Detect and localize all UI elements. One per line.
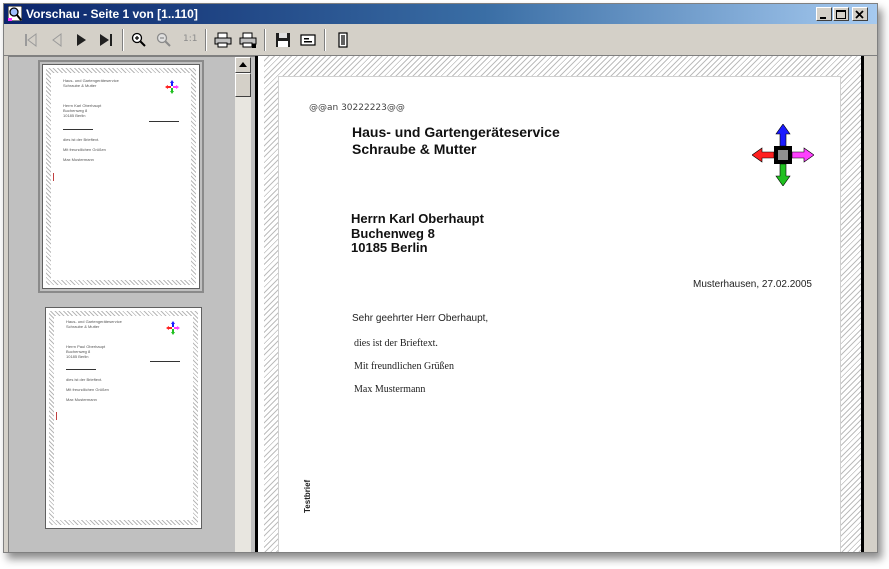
print-button[interactable] [211,29,233,51]
close-button[interactable] [852,7,868,21]
page-thumbnail-1[interactable]: Haus- und Gartengeräteservice Schraube & … [38,60,204,293]
thumbnail-logo-icon [165,80,179,94]
previous-page-icon [52,33,62,47]
thumbnail-marker [53,173,54,181]
recipient-name: Herrn Karl Oberhaupt [351,211,484,226]
thumbnail-recipient: Herrn Karl Oberhaupt Buchenweg 8 10185 Ber… [63,103,102,118]
thumbnail-pane[interactable]: Haus- und Gartengeräteservice Schraube & … [8,56,256,552]
exit-door-icon [338,32,348,48]
scroll-up-button[interactable] [235,57,251,73]
thumbnail-date [149,121,179,122]
thumbnail-body: dies ist der Brieftext. Mit freundlichen … [63,137,106,162]
barcode-mark: @@an 30222223@@ [309,103,405,113]
maximize-icon [836,10,846,19]
zoom-out-icon [156,32,171,47]
arrow-up-icon [239,62,247,67]
thumbnail-scrollbar[interactable] [235,57,251,552]
exit-button[interactable] [332,29,354,51]
letter-page: @@an 30222223@@ Haus- und Gartengerätese… [278,76,841,552]
close-icon [855,10,864,19]
preview-window: Vorschau - Seite 1 von [1..110] 1:1 Haus… [3,3,878,553]
company-line-1: Haus- und Gartengeräteservice [352,124,560,140]
recipient-city: 10185 Berlin [351,240,428,255]
magnifier-app-icon [8,6,22,21]
company-logo-icon [752,124,814,186]
printer-icon [214,32,232,48]
first-page-button[interactable] [20,29,42,51]
floppy-disk-icon [276,33,290,47]
last-page-icon [100,34,112,46]
send-button[interactable] [297,29,319,51]
recipient-address: Herrn Karl Oberhaupt Buchenweg 8 10185 B… [351,211,484,256]
toolbar-separator [264,29,266,51]
mark-number: an 30222223 [327,103,387,113]
printer-setup-icon [239,32,257,48]
page-preview[interactable]: @@an 30222223@@ Haus- und Gartengerätese… [255,56,864,552]
maximize-button[interactable] [833,7,849,21]
envelope-icon [300,34,316,46]
vertical-label: Testbrief [303,479,312,513]
scrollbar-thumb[interactable] [235,73,251,97]
zoom-out-button[interactable] [153,29,175,51]
thumbnail-recipient: Herrn Paul Oberhaupt Buchenweg 8 10185 Ber… [66,344,106,359]
thumbnail-salutation [66,369,96,370]
thumbnail-date [150,361,180,362]
thumbnail-page: Haus- und Gartengeräteservice Schraube & … [51,73,191,280]
next-page-icon [77,34,86,46]
toolbar-separator [324,29,326,51]
signature: Max Mustermann [354,384,426,395]
print-setup-button[interactable] [236,29,258,51]
toolbar: 1:1 [4,25,877,56]
salutation: Sehr geehrter Herr Oberhaupt, [352,313,489,324]
recipient-street: Buchenweg 8 [351,225,435,241]
letter-body: dies ist der Brieftext. [354,338,438,349]
first-page-icon [25,33,37,47]
zoom-in-button[interactable] [128,29,150,51]
sender-company: Haus- und Gartengeräteservice Schraube &… [352,124,560,158]
toolbar-separator [205,29,207,51]
next-page-button[interactable] [70,29,92,51]
toolbar-separator [122,29,124,51]
save-button[interactable] [272,29,294,51]
last-page-button[interactable] [95,29,117,51]
minimize-icon [820,17,826,19]
thumbnail-logo-icon [166,321,180,335]
thumbnail-company: Haus- und Gartengeräteservice Schraube & … [63,78,119,88]
preview-page: @@an 30222223@@ Haus- und Gartengerätese… [258,56,861,552]
page-thumbnail-2[interactable]: Haus- und Gartengeräteservice Schraube & … [45,307,202,529]
thumbnail-salutation [63,129,93,130]
mark-prefix: @@ [309,103,327,113]
zoom-in-icon [131,32,146,47]
previous-page-button[interactable] [46,29,68,51]
thumbnail-company: Haus- und Gartengeräteservice Schraube & … [66,319,122,329]
company-line-2: Schraube & Mutter [352,141,477,157]
window-frame-right [864,56,877,552]
closing: Mit freundlichen Grüßen [354,361,454,372]
thumbnail-marker [56,412,57,420]
title-bar[interactable]: Vorschau - Seite 1 von [1..110] [4,4,877,24]
mark-suffix: @@ [386,103,405,113]
actual-size-label: 1:1 [183,34,198,44]
window-title: Vorschau - Seite 1 von [1..110] [26,7,198,21]
minimize-button[interactable] [816,7,832,21]
date-line: Musterhausen, 27.02.2005 [693,279,812,290]
thumbnail-body: dies ist der Brieftext. Mit freundlichen … [66,377,109,402]
thumbnail-page: Haus- und Gartengeräteservice Schraube & … [54,316,193,520]
actual-size-button[interactable]: 1:1 [178,29,200,51]
